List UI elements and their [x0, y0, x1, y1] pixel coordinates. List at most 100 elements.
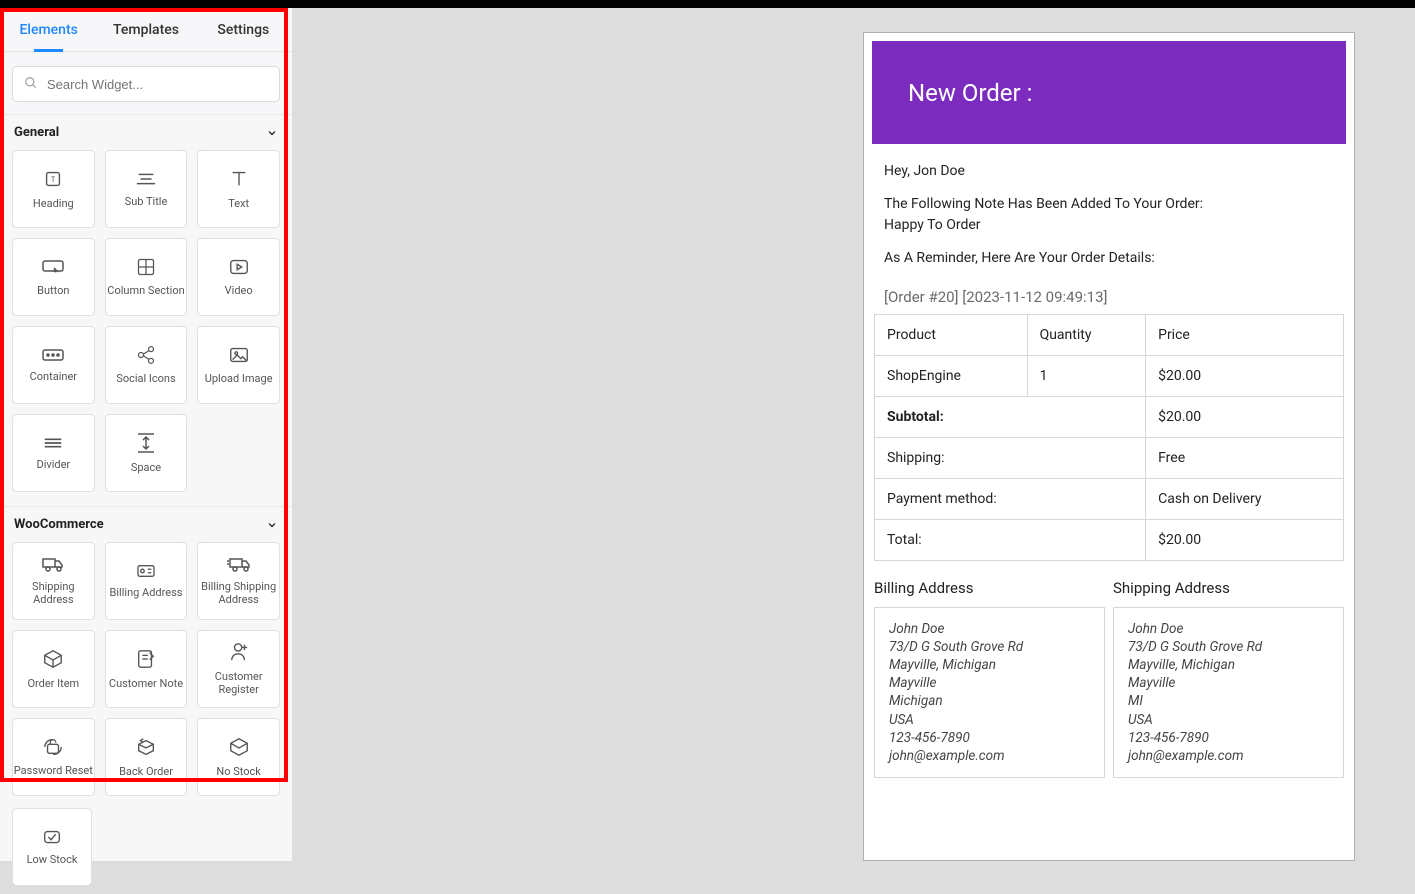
widget-low-stock[interactable]: Low Stock — [12, 808, 92, 886]
billing-country: USA — [889, 711, 1090, 729]
share-icon — [136, 345, 156, 365]
widget-order-item[interactable]: Order Item — [12, 630, 95, 708]
shipping-label: Shipping: — [875, 437, 1146, 478]
tab-elements-label: Elements — [19, 22, 77, 38]
widget-video[interactable]: Video — [197, 238, 280, 316]
section-general-label: General — [14, 125, 59, 140]
widget-nostock-label: No Stock — [216, 766, 260, 779]
note-icon — [136, 648, 156, 670]
svg-text:T: T — [51, 174, 56, 183]
payment-value: Cash on Delivery — [1146, 478, 1344, 519]
lock-reset-icon — [42, 737, 64, 757]
widget-billship-label: Billing Shipping Address — [198, 581, 279, 606]
billing-box: John Doe 73/D G South Grove Rd Mayville,… — [874, 607, 1105, 779]
table-row: ShopEngine 1 $20.00 — [875, 355, 1344, 396]
shipping-street: 73/D G South Grove Rd — [1128, 638, 1329, 656]
space-icon — [136, 432, 156, 454]
shipping-email: john@example.com — [1128, 747, 1329, 765]
shipping-box: John Doe 73/D G South Grove Rd Mayville,… — [1113, 607, 1344, 779]
widget-heading-label: Heading — [33, 198, 74, 211]
widget-column-section[interactable]: Column Section — [105, 238, 188, 316]
email-body: Hey, Jon Doe The Following Note Has Been… — [872, 144, 1346, 268]
tab-settings[interactable]: Settings — [195, 8, 292, 51]
widget-upload-label: Upload Image — [205, 373, 273, 386]
billing-phone: 123-456-7890 — [889, 729, 1090, 747]
widget-billing-shipping-address[interactable]: Billing Shipping Address — [197, 542, 280, 620]
tab-elements[interactable]: Elements — [0, 8, 97, 51]
tab-templates[interactable]: Templates — [97, 8, 194, 51]
widget-shipping-address[interactable]: Shipping Address — [12, 542, 95, 620]
truck-fast-icon — [226, 555, 252, 573]
widget-no-stock[interactable]: No Stock — [197, 718, 280, 796]
table-total-row: Total: $20.00 — [875, 519, 1344, 560]
shipping-city2: Mayville — [1128, 674, 1329, 692]
widget-button[interactable]: Button — [12, 238, 95, 316]
widget-upload-image[interactable]: Upload Image — [197, 326, 280, 404]
billing-street: 73/D G South Grove Rd — [889, 638, 1090, 656]
extra-widgets: Low Stock — [0, 800, 292, 894]
section-woocommerce-header[interactable]: WooCommerce — [0, 507, 292, 542]
widget-text-label: Text — [228, 198, 249, 211]
billing-title: Billing Address — [874, 579, 1105, 597]
divider-icon — [42, 435, 64, 451]
widget-lowstock-label: Low Stock — [27, 854, 78, 867]
email-hero: New Order : — [872, 41, 1346, 144]
upload-image-icon — [228, 345, 250, 365]
widget-heading[interactable]: T Heading — [12, 150, 95, 228]
shipping-column: Shipping Address John Doe 73/D G South G… — [1113, 579, 1344, 779]
button-icon — [41, 257, 65, 277]
preview-canvas[interactable]: New Order : Hey, Jon Doe The Following N… — [292, 8, 1415, 861]
table-header-row: Product Quantity Price — [875, 314, 1344, 355]
box-empty-icon — [228, 736, 250, 758]
email-note-value: Happy To Order — [884, 216, 1334, 235]
th-qty: Quantity — [1027, 314, 1146, 355]
search-input[interactable] — [12, 66, 280, 102]
app-layout: Elements Templates Settings General T He… — [0, 8, 1415, 861]
widget-customer-register[interactable]: Customer Register — [197, 630, 280, 708]
widget-subtitle[interactable]: Sub Title — [105, 150, 188, 228]
email-hero-title: New Order : — [908, 79, 1032, 107]
widget-container-label: Container — [30, 371, 77, 384]
tab-templates-label: Templates — [113, 22, 179, 38]
user-plus-icon — [229, 641, 249, 663]
widget-container[interactable]: Container — [12, 326, 95, 404]
table-shipping-row: Shipping: Free — [875, 437, 1344, 478]
section-general-header[interactable]: General — [0, 115, 292, 150]
chevron-down-icon — [266, 127, 278, 139]
grid-icon — [136, 257, 156, 277]
widget-password-reset[interactable]: Password Reset — [12, 718, 95, 796]
billing-name: John Doe — [889, 620, 1090, 638]
cell-product: ShopEngine — [875, 355, 1028, 396]
widget-space[interactable]: Space — [105, 414, 188, 492]
widget-orderitem-label: Order Item — [27, 678, 79, 691]
subtotal-label: Subtotal: — [875, 396, 1146, 437]
chevron-down-icon — [266, 519, 278, 531]
widget-customer-note[interactable]: Customer Note — [105, 630, 188, 708]
email-note-line: The Following Note Has Been Added To You… — [884, 195, 1334, 214]
widget-divider[interactable]: Divider — [12, 414, 95, 492]
widget-social-icons[interactable]: Social Icons — [105, 326, 188, 404]
total-label: Total: — [875, 519, 1146, 560]
shipping-city: Mayville, Michigan — [1128, 656, 1329, 674]
widget-pwreset-label: Password Reset — [14, 765, 93, 778]
box-icon — [42, 648, 64, 670]
heading-icon: T — [42, 168, 64, 190]
widget-button-label: Button — [37, 285, 69, 298]
widget-column-label: Column Section — [107, 285, 184, 298]
widget-back-order[interactable]: Back Order — [105, 718, 188, 796]
billing-city: Mayville, Michigan — [889, 656, 1090, 674]
widget-custreg-label: Customer Register — [198, 671, 279, 696]
shipping-title: Shipping Address — [1113, 579, 1344, 597]
widget-billing-address[interactable]: Billing Address — [105, 542, 188, 620]
order-table: Product Quantity Price ShopEngine 1 $20.… — [874, 314, 1344, 561]
cell-price: $20.00 — [1146, 355, 1344, 396]
search-wrap — [0, 52, 292, 115]
subtitle-icon — [135, 170, 157, 188]
widget-text[interactable]: Text — [197, 150, 280, 228]
email-greeting: Hey, Jon Doe — [884, 162, 1334, 181]
text-icon — [228, 168, 250, 190]
container-icon — [41, 347, 65, 363]
widget-subtitle-label: Sub Title — [125, 196, 168, 209]
address-section: Billing Address John Doe 73/D G South Gr… — [872, 561, 1346, 793]
widget-social-label: Social Icons — [116, 373, 175, 386]
